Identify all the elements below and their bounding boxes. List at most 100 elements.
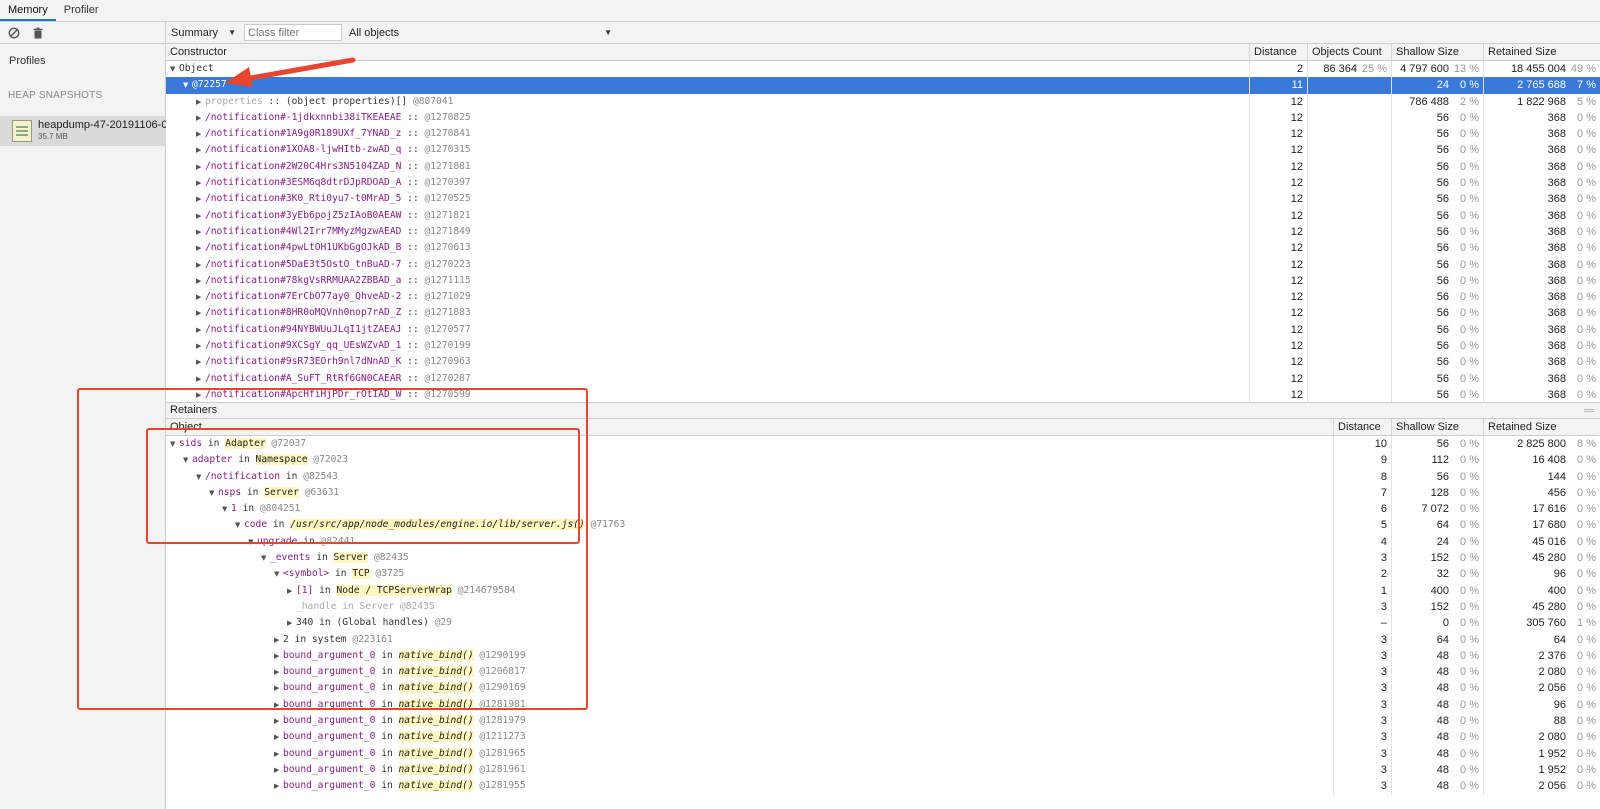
trash-icon[interactable] (31, 26, 45, 40)
summary-row[interactable]: ▼ @72257 11 24 0 % 2 765 688 7 % (166, 77, 1600, 94)
summary-row[interactable]: ▶/notification#ApcHfiHjPDr_rOtIAD_W :: @… (166, 386, 1600, 402)
collapse-triangle-icon[interactable]: ▼ (261, 550, 270, 566)
expand-triangle-icon[interactable]: ▶ (196, 305, 205, 321)
retainer-row[interactable]: ▼ _events in Server @82435 3 152 0 % 45 280 0 … (166, 550, 1600, 567)
col-distance[interactable]: Distance (1250, 44, 1308, 60)
summary-row[interactable]: ▶ properties :: (object properties)[] @80… (166, 93, 1600, 110)
expand-triangle-icon[interactable]: ▶ (196, 257, 205, 273)
summary-row[interactable]: ▶/notification#4pwLtOH1UKbGgOJkAD_B :: @… (166, 240, 1600, 257)
expand-triangle-icon[interactable]: ▶ (196, 322, 205, 338)
collapse-triangle-icon[interactable]: ▼ (209, 485, 218, 501)
collapse-triangle-icon[interactable]: ▼ (235, 517, 244, 533)
summary-row[interactable]: ▶/notification#3yEb6pojZ5zIAoB0AEAW :: @… (166, 207, 1600, 224)
retainer-row[interactable]: ▼ nsps in Server @63631 7 128 0 % 456 0 % (166, 484, 1600, 502)
col-object[interactable]: Object (166, 419, 1334, 435)
col-objects-count[interactable]: Objects Count (1308, 44, 1392, 60)
heap-snapshot-item[interactable]: heapdump-47-20191106-06 35.7 MB (0, 116, 166, 146)
resize-grip-icon[interactable] (1584, 409, 1594, 410)
retainer-row[interactable]: ▼ adapter in Namespace @72023 9 112 0 % 16 40… (166, 452, 1600, 469)
view-select[interactable]: Summary (166, 27, 240, 39)
expand-triangle-icon[interactable]: ▶ (196, 224, 205, 240)
col-ret-shallow-size[interactable]: Shallow Size (1392, 419, 1484, 435)
collapse-triangle-icon[interactable]: ▼ (170, 436, 179, 452)
summary-row[interactable]: ▶/notification#4Wl2Irr7MMyzMgzwAEAD :: @… (166, 223, 1600, 241)
expand-triangle-icon[interactable]: ▶ (196, 110, 205, 126)
summary-row[interactable]: ▶/notification#1A9g0R189UXf_7YNAD_z :: @… (166, 126, 1600, 143)
col-ret-retained-size[interactable]: Retained Size (1484, 419, 1600, 435)
expand-triangle-icon[interactable]: ▶ (274, 713, 283, 729)
col-retained-size[interactable]: Retained Size (1484, 44, 1600, 60)
expand-triangle-icon[interactable]: ▶ (196, 126, 205, 142)
collapse-triangle-icon[interactable]: ▼ (196, 469, 205, 485)
summary-row[interactable]: ▼ Object 2 86 364 25 % 4 797 600 13 % 18 455 00… (166, 61, 1600, 78)
summary-row[interactable]: ▶/notification#3K0_Rti0yu7-t0MrAD_5 :: @… (166, 191, 1600, 208)
summary-row[interactable]: ▶/notification#94NYBWUuJLqI1jtZAEAJ :: @… (166, 321, 1600, 339)
class-filter-input[interactable] (244, 24, 342, 41)
summary-row[interactable]: ▶/notification#2W20C4Hrs3N5104ZAD_N :: @… (166, 158, 1600, 176)
expand-triangle-icon[interactable]: ▶ (196, 159, 205, 175)
summary-row[interactable]: ▶/notification#9sR73EOrh9nl7dNnAD_K :: @… (166, 354, 1600, 371)
retainer-row[interactable]: ▶ bound_argument_0 in native_bind() @1290… (166, 647, 1600, 665)
collapse-triangle-icon[interactable]: ▼ (183, 452, 192, 468)
expand-triangle-icon[interactable]: ▶ (196, 354, 205, 370)
summary-row[interactable]: ▶/notification#5DaE3t5OstO_tnBuAD-7 :: @… (166, 256, 1600, 273)
retainer-row[interactable]: ▼ 1 in @804251 6 7 072 0 % 17 616 0 % (166, 501, 1600, 518)
retainer-row[interactable]: ▶ 2 in system @223161 3 64 0 % 64 0 % (166, 631, 1600, 648)
expand-triangle-icon[interactable]: ▶ (196, 191, 205, 207)
expand-triangle-icon[interactable]: ▶ (274, 697, 283, 713)
expand-triangle-icon[interactable]: ▶ (196, 371, 205, 387)
expand-triangle-icon[interactable]: ▶ (274, 632, 283, 648)
retainer-row[interactable]: ▼ <symbol> in TCP @3725 2 32 0 % 96 0 % (166, 566, 1600, 583)
expand-triangle-icon[interactable]: ▶ (274, 746, 283, 762)
expand-triangle-icon[interactable]: ▶ (274, 778, 283, 794)
expand-triangle-icon[interactable]: ▶ (287, 583, 296, 599)
summary-row[interactable]: ▶/notification#-1jdkxnnbi38iTKEAEAE :: @… (166, 109, 1600, 127)
expand-triangle-icon[interactable]: ▶ (196, 142, 205, 158)
retainer-row[interactable]: ▶ bound_argument_0 in native_bind() @1211… (166, 729, 1600, 746)
expand-triangle-icon[interactable]: ▶ (196, 338, 205, 354)
expand-triangle-icon[interactable]: ▶ (274, 762, 283, 778)
retainer-row[interactable]: ▶ bound_argument_0 in native_bind() @1281… (166, 761, 1600, 779)
retainer-row[interactable]: ▶ bound_argument_0 in native_bind() @1206… (166, 664, 1600, 681)
summary-row[interactable]: ▶/notification#1XOA8-ljwHItb-zwAD_q :: @… (166, 142, 1600, 159)
collapse-triangle-icon[interactable]: ▼ (248, 534, 257, 550)
retainer-row[interactable]: ▶ bound_argument_0 in native_bind() @1290… (166, 680, 1600, 697)
col-ret-distance[interactable]: Distance (1334, 419, 1392, 435)
expand-triangle-icon[interactable]: ▶ (196, 208, 205, 224)
summary-row[interactable]: ▶/notification#8HR0oMQVnh0nop7rAD_Z :: @… (166, 305, 1600, 322)
expand-triangle-icon[interactable]: ▶ (196, 240, 205, 256)
expand-triangle-icon[interactable]: ▶ (196, 273, 205, 289)
tab-profiler[interactable]: Profiler (56, 0, 107, 21)
expand-triangle-icon[interactable]: ▶ (287, 615, 296, 631)
collapse-triangle-icon[interactable]: ▼ (222, 501, 231, 517)
tab-memory[interactable]: Memory (0, 0, 56, 21)
retainer-row[interactable]: ▶ bound_argument_0 in native_bind() @1281… (166, 778, 1600, 795)
summary-row[interactable]: ▶/notification#78kgVsRRMUAA2ZBBAD_a :: @… (166, 272, 1600, 290)
summary-row[interactable]: ▶/notification#3ESM6q8dtrDJpRDOAD_A :: @… (166, 175, 1600, 192)
expand-triangle-icon[interactable]: ▶ (274, 680, 283, 696)
retainer-row[interactable]: ▼ code in /usr/src/app/node_modules/engin… (166, 517, 1600, 534)
summary-row[interactable]: ▶/notification#A_SuFT_RtRf6GN0CAEAR :: @… (166, 370, 1600, 387)
clear-profiles-icon[interactable] (7, 26, 21, 40)
col-shallow-size[interactable]: Shallow Size (1392, 44, 1484, 60)
summary-row[interactable]: ▶/notification#7ErCbO77ay0_QhveAD-2 :: @… (166, 289, 1600, 306)
collapse-triangle-icon[interactable]: ▼ (183, 77, 192, 93)
expand-triangle-icon[interactable]: ▶ (196, 94, 205, 110)
collapse-triangle-icon[interactable]: ▼ (274, 566, 283, 582)
retainer-row[interactable]: ▼ upgrade in @82441 4 24 0 % 45 016 0 % (166, 533, 1600, 551)
retainer-row[interactable]: ▶ 340 in (Global handles) @29–0 0 % 305 760… (166, 615, 1600, 632)
objects-filter-select[interactable]: All objects (342, 27, 612, 39)
retainer-row[interactable]: ▼ sids in Adapter @72037 10 56 0 % 2 825 800 8… (166, 436, 1600, 453)
expand-triangle-icon[interactable]: ▶ (196, 175, 205, 191)
expand-triangle-icon[interactable]: ▶ (274, 648, 283, 664)
retainer-row[interactable]: ▶ bound_argument_0 in native_bind() @1281… (166, 713, 1600, 730)
collapse-triangle-icon[interactable]: ▼ (170, 61, 179, 77)
retainer-row[interactable]: ▶ [1] in Node / TCPServerWrap @214679584 1… (166, 582, 1600, 599)
retainer-row[interactable]: _handle in Server @82435 3 152 0 % 45 280 0 % (166, 598, 1600, 616)
expand-triangle-icon[interactable]: ▶ (274, 664, 283, 680)
retainer-row[interactable]: ▶ bound_argument_0 in native_bind() @1281… (166, 745, 1600, 762)
retainer-row[interactable]: ▶ bound_argument_0 in native_bind() @1281… (166, 696, 1600, 714)
expand-triangle-icon[interactable]: ▶ (196, 289, 205, 305)
summary-row[interactable]: ▶/notification#9XCSgY_qq_UEsWZvAD_1 :: @… (166, 338, 1600, 355)
retainer-row[interactable]: ▼/notification in @82543 8 56 0 % 144 0 % (166, 468, 1600, 485)
